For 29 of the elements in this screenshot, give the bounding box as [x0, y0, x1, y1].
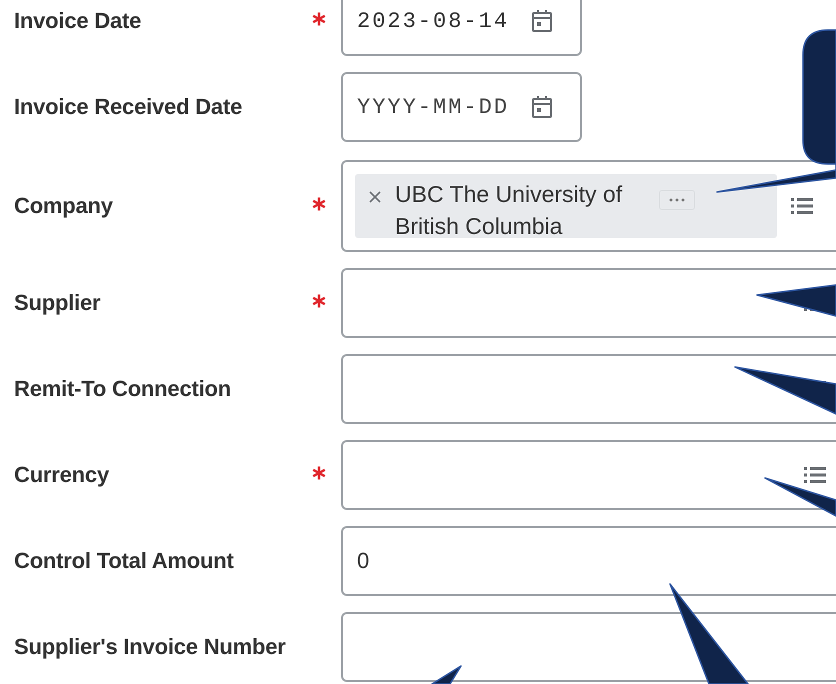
select-field[interactable]	[341, 440, 836, 510]
calendar-icon[interactable]	[531, 9, 553, 33]
field-label: Company	[14, 193, 113, 219]
text-field[interactable]: 0	[341, 526, 836, 596]
field-label: Supplier	[14, 290, 100, 316]
pointer-tooltip	[431, 665, 462, 684]
date-field[interactable]: YYYY-MM-DD	[341, 72, 582, 142]
remove-icon[interactable]	[369, 191, 381, 203]
selected-item-tag[interactable]: UBC The University of British Columbia	[355, 174, 777, 238]
date-input[interactable]: 2023-08-14	[357, 8, 517, 34]
more-icon	[669, 198, 685, 202]
select-field[interactable]	[341, 354, 836, 424]
field-label: Remit-To Connection	[14, 376, 231, 402]
select-field[interactable]	[341, 268, 836, 338]
list-icon[interactable]	[791, 197, 813, 215]
calendar-icon[interactable]	[531, 95, 553, 119]
date-field[interactable]: 2023-08-14	[341, 0, 582, 56]
date-input[interactable]: YYYY-MM-DD	[357, 94, 517, 120]
field-label: Control Total Amount	[14, 548, 234, 574]
field-label: Supplier's Invoice Number	[14, 634, 286, 660]
field-label: Invoice Date	[14, 8, 142, 34]
list-icon[interactable]	[804, 466, 826, 484]
text-input[interactable]: 0	[357, 548, 826, 574]
select-field[interactable]: UBC The University of British Columbia	[341, 160, 836, 252]
text-field[interactable]	[341, 612, 836, 682]
field-label: Invoice Received Date	[14, 94, 242, 120]
tag-label: UBC The University of British Columbia	[395, 180, 624, 241]
pointer-tooltip	[764, 477, 836, 517]
field-label: Currency	[14, 462, 109, 488]
